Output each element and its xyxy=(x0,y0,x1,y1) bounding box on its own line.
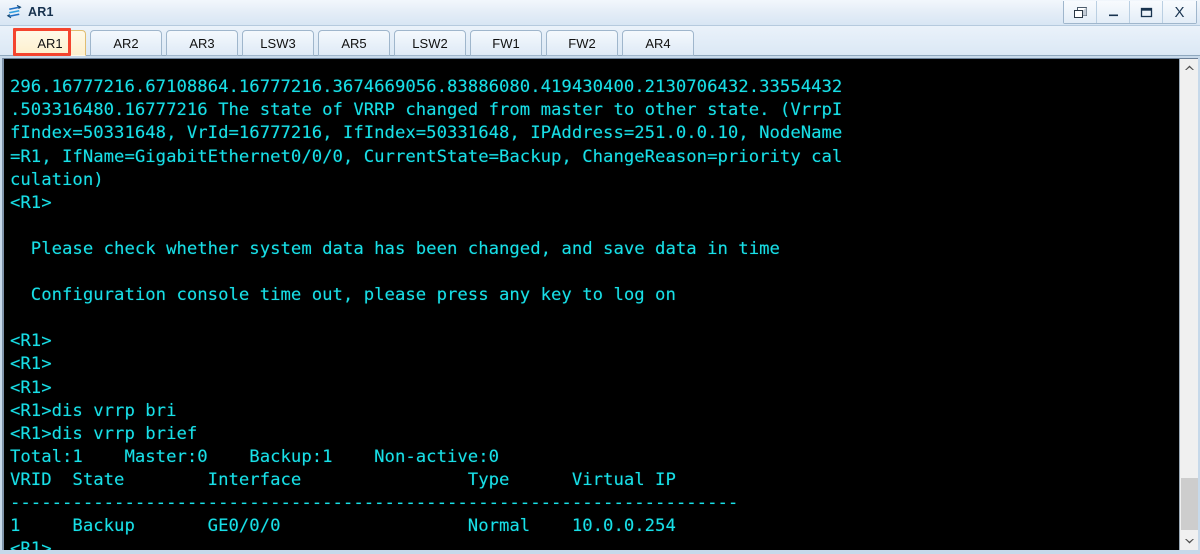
tab-lsw2[interactable]: LSW2 xyxy=(394,30,466,56)
tab-label: AR2 xyxy=(113,35,139,51)
tab-label: AR3 xyxy=(189,35,215,51)
window-titlebar: AR1 X xyxy=(0,0,1200,26)
tab-ar3[interactable]: AR3 xyxy=(166,30,238,56)
scrollbar-track[interactable] xyxy=(1180,77,1198,532)
tab-label: AR1 xyxy=(37,35,63,51)
tab-label: FW2 xyxy=(568,35,596,51)
tab-label: AR4 xyxy=(645,35,671,51)
device-tabstrip: AR1 AR2 AR3 LSW3 AR5 LSW2 FW1 FW2 AR4 xyxy=(0,26,1200,56)
close-button[interactable]: X xyxy=(1163,1,1196,23)
tab-ar1[interactable]: AR1 xyxy=(14,30,86,56)
window-controls: X xyxy=(1063,1,1197,24)
tab-ar2[interactable]: AR2 xyxy=(90,30,162,56)
maximize-button[interactable] xyxy=(1130,1,1163,23)
tab-label: LSW2 xyxy=(412,35,448,51)
ar1-console-window: AR1 X AR1 AR2 AR3 LSW3 AR5 LSW2 FW1 FW2 … xyxy=(0,0,1200,554)
tab-ar5[interactable]: AR5 xyxy=(318,30,390,56)
restore-button[interactable] xyxy=(1064,1,1097,23)
console-frame[interactable]: 296.16777216.67108864.16777216.367466905… xyxy=(2,58,1198,550)
tab-label: FW1 xyxy=(492,35,520,51)
tab-ar4[interactable]: AR4 xyxy=(622,30,694,56)
titlebar-left: AR1 xyxy=(0,0,54,25)
tab-lsw3[interactable]: LSW3 xyxy=(242,30,314,56)
scroll-down-button[interactable] xyxy=(1180,532,1198,550)
router-icon xyxy=(6,4,23,21)
console-area: 296.16777216.67108864.16777216.367466905… xyxy=(0,56,1200,554)
console-scrollbar[interactable] xyxy=(1179,59,1198,550)
tab-fw2[interactable]: FW2 xyxy=(546,30,618,56)
console-output: 296.16777216.67108864.16777216.367466905… xyxy=(10,77,843,550)
minimize-button[interactable] xyxy=(1097,1,1130,23)
tab-label: LSW3 xyxy=(260,35,296,51)
window-title: AR1 xyxy=(28,4,54,19)
scroll-up-button[interactable] xyxy=(1180,59,1198,77)
close-icon-label: X xyxy=(1174,3,1185,21)
tab-label: AR5 xyxy=(341,35,367,51)
tab-fw1[interactable]: FW1 xyxy=(470,30,542,56)
scrollbar-thumb[interactable] xyxy=(1181,478,1198,530)
